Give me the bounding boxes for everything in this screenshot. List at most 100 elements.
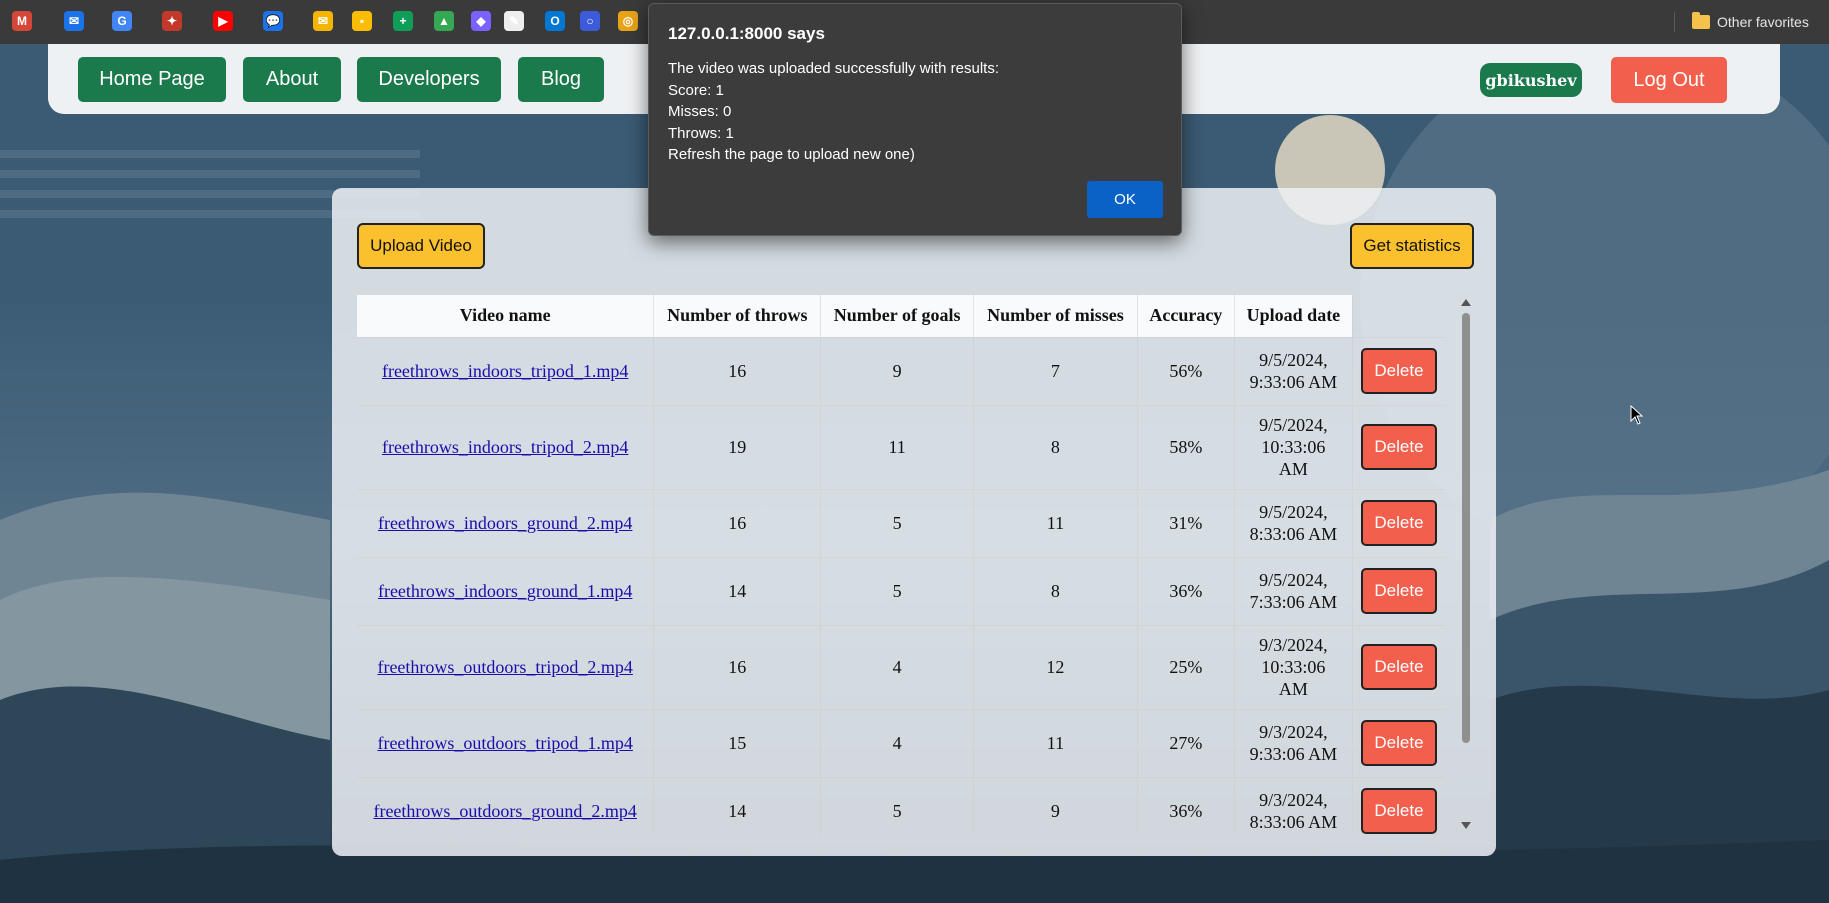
action-cell: Delete (1352, 556, 1445, 625)
alert-ok-button[interactable]: OK (1087, 181, 1163, 218)
drive-icon[interactable]: ▲ (434, 11, 454, 31)
chat-icon[interactable]: 💬 (263, 11, 283, 31)
misses-cell: 9 (973, 776, 1138, 835)
upload-date-line: 9/3/2024, (1259, 722, 1328, 742)
upload-date-cell: 9/3/2024, 10:33:06 AM (1234, 624, 1353, 709)
chrome-icon[interactable]: ◎ (618, 11, 638, 31)
scroll-down-arrow-icon[interactable] (1461, 822, 1471, 829)
table-row: freethrows_indoors_tripod_1.mp4 16 9 7 56% 9/… (357, 336, 1445, 405)
app-icon[interactable]: ✦ (162, 11, 182, 31)
delete-button[interactable]: Delete (1360, 348, 1437, 394)
table-scrollbar[interactable] (1458, 295, 1474, 835)
accuracy-cell: 56% (1137, 336, 1235, 405)
video-link[interactable]: freethrows_indoors_ground_1.mp4 (378, 581, 632, 601)
delete-button[interactable]: Delete (1360, 500, 1437, 546)
get-statistics-button[interactable]: Get statistics (1350, 223, 1474, 269)
alert-title: 127.0.0.1:8000 says (668, 24, 825, 43)
alert-line-2: Score: 1 (668, 81, 724, 99)
video-link[interactable]: freethrows_outdoors_tripod_1.mp4 (377, 733, 632, 753)
keep-icon[interactable]: ▪ (352, 11, 372, 31)
table-row: freethrows_outdoors_tripod_2.mp4 16 4 12 25%… (357, 624, 1445, 709)
translate-icon[interactable]: G (112, 11, 132, 31)
column-header-actions (1352, 295, 1445, 337)
delete-button[interactable]: Delete (1360, 424, 1437, 470)
video-link[interactable]: freethrows_indoors_tripod_2.mp4 (382, 437, 628, 457)
alert-dialog: 127.0.0.1:8000 says The video was upload… (648, 3, 1182, 236)
throws-cell: 16 (653, 624, 822, 709)
delete-button[interactable]: Delete (1360, 568, 1437, 614)
accuracy-cell: 36% (1137, 776, 1235, 835)
goals-cell: 5 (820, 776, 975, 835)
gmail-icon[interactable]: M (12, 11, 32, 31)
column-header-upload-date: Upload date (1234, 295, 1353, 337)
scrollbar-thumb[interactable] (1462, 313, 1470, 743)
upload-date-line: 10:33:06 (1261, 657, 1326, 677)
blog-button[interactable]: Blog (518, 57, 604, 102)
video-name-cell: freethrows_indoors_ground_1.mp4 (357, 556, 655, 625)
document-icon[interactable]: ✎ (504, 11, 524, 31)
action-cell: Delete (1352, 776, 1445, 835)
throws-cell: 16 (653, 336, 822, 405)
table-row: freethrows_indoors_ground_2.mp4 16 5 11 31% 9… (357, 488, 1445, 557)
table-row: freethrows_outdoors_ground_2.mp4 14 5 9 36% 9… (357, 776, 1445, 835)
delete-button[interactable]: Delete (1360, 644, 1437, 690)
upload-date-cell: 9/5/2024, 10:33:06 AM (1234, 404, 1353, 489)
accuracy-cell: 25% (1137, 624, 1235, 709)
other-favorites-label: Other favorites (1717, 14, 1809, 30)
puzzle-icon[interactable]: ◆ (471, 11, 491, 31)
video-link[interactable]: freethrows_indoors_ground_2.mp4 (378, 513, 632, 533)
goals-cell: 4 (820, 624, 975, 709)
video-link[interactable]: freethrows_outdoors_ground_2.mp4 (373, 801, 636, 821)
misses-cell: 12 (973, 624, 1138, 709)
accuracy-cell: 36% (1137, 556, 1235, 625)
alert-line-1: The video was uploaded successfully with… (668, 60, 999, 77)
other-favorites-button[interactable]: Other favorites (1692, 12, 1809, 32)
upload-date-line: 9/5/2024, (1259, 570, 1328, 590)
goals-cell: 4 (820, 708, 975, 777)
upload-date-line: 7:33:06 AM (1249, 592, 1338, 612)
about-button[interactable]: About (243, 57, 341, 102)
gmail-alt-icon[interactable]: ✉ (313, 11, 333, 31)
accuracy-cell: 31% (1137, 488, 1235, 557)
sheets-icon[interactable]: + (393, 11, 413, 31)
scroll-up-arrow-icon[interactable] (1461, 299, 1471, 306)
action-cell: Delete (1352, 488, 1445, 557)
upload-video-button[interactable]: Upload Video (357, 223, 485, 269)
upload-date-cell: 9/5/2024, 8:33:06 AM (1234, 488, 1353, 557)
misses-cell: 8 (973, 556, 1138, 625)
table-row: freethrows_outdoors_tripod_1.mp4 15 4 11 27%… (357, 708, 1445, 777)
throws-cell: 16 (653, 488, 822, 557)
column-header-video-name: Video name (357, 295, 655, 337)
home-page-button[interactable]: Home Page (78, 57, 226, 102)
action-cell: Delete (1352, 624, 1445, 709)
videos-table: Video name Number of throws Number of go… (357, 295, 1445, 835)
video-link[interactable]: freethrows_outdoors_tripod_2.mp4 (377, 657, 632, 677)
action-cell: Delete (1352, 336, 1445, 405)
upload-date-line: 9/3/2024, (1259, 790, 1328, 811)
video-link[interactable]: freethrows_indoors_tripod_1.mp4 (382, 361, 628, 381)
delete-button[interactable]: Delete (1360, 720, 1437, 766)
upload-date-cell: 9/3/2024, 9:33:06 AM (1234, 708, 1353, 777)
developers-button[interactable]: Developers (357, 57, 501, 102)
video-name-cell: freethrows_outdoors_tripod_2.mp4 (357, 624, 655, 709)
upload-date-line: 10:33:06 (1261, 437, 1326, 457)
videos-table-container[interactable]: Video name Number of throws Number of go… (357, 295, 1445, 835)
alert-line-4: Throws: 1 (668, 124, 734, 142)
action-cell: Delete (1352, 404, 1445, 489)
throws-cell: 14 (653, 776, 822, 835)
youtube-icon[interactable]: ▶ (213, 11, 233, 31)
logout-button[interactable]: Log Out (1611, 57, 1727, 103)
goals-cell: 5 (820, 488, 975, 557)
misses-cell: 11 (973, 488, 1138, 557)
username-badge[interactable]: gbikushev (1480, 63, 1582, 97)
table-header-row: Video name Number of throws Number of go… (357, 295, 1445, 337)
circle-icon[interactable]: ○ (580, 11, 600, 31)
delete-button[interactable]: Delete (1360, 788, 1437, 835)
outlook-icon[interactable]: O (545, 11, 565, 31)
throws-cell: 15 (653, 708, 822, 777)
upload-date-line: 9/5/2024, (1259, 350, 1328, 370)
mail-icon[interactable]: ✉ (64, 11, 84, 31)
throws-cell: 19 (653, 404, 822, 489)
upload-date-line: AM (1278, 459, 1308, 479)
alert-message: The video was uploaded successfully with… (668, 58, 999, 166)
